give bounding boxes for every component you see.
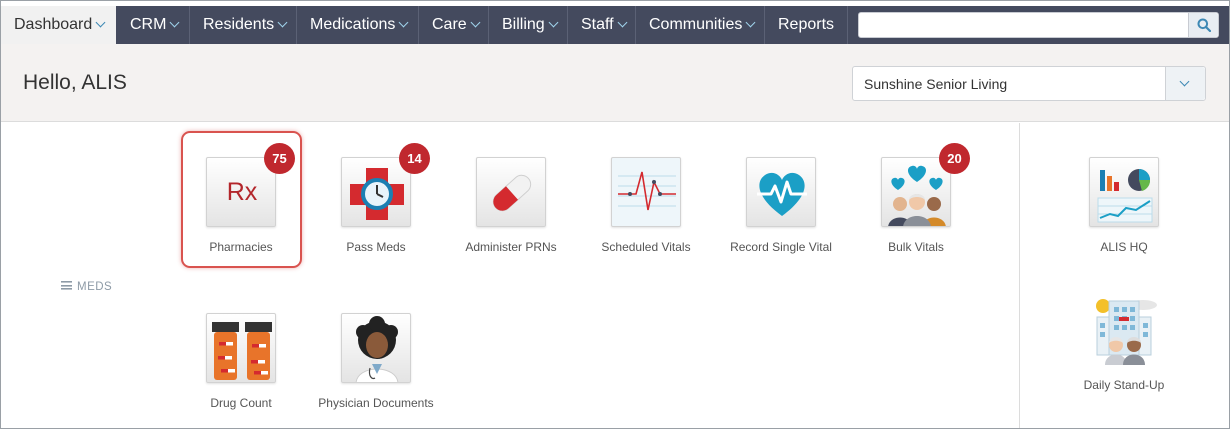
chevron-down-icon: [277, 17, 288, 28]
tile-label: Physician Documents: [318, 396, 434, 410]
nav-crm[interactable]: CRM: [117, 6, 190, 44]
tile-drug-count-icon-box: [206, 313, 276, 383]
greeting-title: Hello, ALIS: [23, 71, 127, 94]
tile-label: Bulk Vitals: [888, 240, 944, 254]
nav-care-label: Care: [432, 16, 467, 33]
chevron-down-icon: [169, 17, 180, 28]
tile-scheduled-vitals[interactable]: Scheduled Vitals: [581, 157, 711, 287]
heartbeat-icon: [757, 172, 807, 216]
nav-care[interactable]: Care: [419, 6, 489, 44]
pharmacies-highlight-outline: [181, 131, 302, 268]
section-label-meds: MEDS: [61, 281, 112, 293]
tile-label: Scheduled Vitals: [601, 240, 691, 254]
search-input[interactable]: [859, 13, 1188, 37]
page-header: Hello, ALIS Sunshine Senior Living: [1, 44, 1229, 122]
global-search: [858, 12, 1219, 38]
notification-badge: 14: [399, 143, 430, 174]
chevron-down-icon: [95, 17, 106, 28]
tile-administer-prns[interactable]: Administer PRNs: [446, 157, 576, 287]
section-label-text: MEDS: [77, 281, 113, 293]
chevron-down-icon: [745, 17, 756, 28]
app-frame: Dashboard CRM Residents Medications Care…: [0, 0, 1230, 429]
pill-capsule-icon: [492, 174, 532, 212]
nav-staff-label: Staff: [581, 16, 614, 33]
nav-residents-label: Residents: [203, 16, 275, 33]
nav-staff[interactable]: Staff: [568, 6, 636, 44]
analytics-charts-icon: [1097, 169, 1153, 223]
search-button[interactable]: [1188, 13, 1218, 37]
tile-bulk-vitals[interactable]: 20 Bulk Vitals: [851, 143, 981, 287]
tile-alis-hq[interactable]: ALIS HQ: [1059, 157, 1189, 287]
nav-dashboard[interactable]: Dashboard: [1, 6, 116, 44]
medical-cross-clock-icon: [350, 168, 404, 220]
nav-reports-label: Reports: [778, 16, 835, 33]
tile-pass-meds[interactable]: 14 Pass Meds: [311, 143, 441, 287]
nav-reports[interactable]: Reports: [765, 6, 848, 44]
nav-billing[interactable]: Billing: [489, 6, 568, 44]
community-selected-value: Sunshine Senior Living: [864, 76, 1008, 92]
section-divider: [1019, 123, 1020, 428]
nav-communities[interactable]: Communities: [636, 6, 765, 44]
community-dropdown-button[interactable]: [1165, 67, 1205, 100]
tile-daily-stand-up[interactable]: Daily Stand-Up: [1059, 295, 1189, 425]
tile-label: Drug Count: [210, 396, 272, 410]
tile-label: ALIS HQ: [1100, 240, 1148, 254]
top-nav: Dashboard CRM Residents Medications Care…: [1, 6, 1229, 44]
nav-medications[interactable]: Medications: [297, 6, 419, 44]
group-heartbeat-icon: [888, 165, 946, 226]
chevron-down-icon: [470, 17, 481, 28]
nav-communities-label: Communities: [649, 16, 743, 33]
tile-alis-hq-icon-box: [1089, 157, 1159, 227]
nav-billing-label: Billing: [502, 16, 545, 33]
notification-badge: 20: [939, 143, 970, 174]
tile-label: Record Single Vital: [730, 240, 832, 254]
community-select[interactable]: Sunshine Senior Living: [852, 66, 1206, 101]
physician-icon: [355, 316, 399, 382]
tile-label: Daily Stand-Up: [1083, 378, 1165, 392]
pill-bottles-icon: [212, 322, 272, 380]
nav-crm-label: CRM: [130, 16, 167, 33]
chevron-down-icon: [617, 17, 628, 28]
nav-residents[interactable]: Residents: [190, 6, 297, 44]
ecg-chart-icon: [618, 171, 676, 211]
chevron-down-icon: [1179, 76, 1190, 87]
nav-medications-label: Medications: [310, 16, 396, 33]
tile-label: Administer PRNs: [465, 240, 557, 254]
tile-drug-count[interactable]: Drug Count: [176, 313, 306, 428]
tile-record-single-vital[interactable]: Record Single Vital: [716, 157, 846, 287]
building-residents-icon: [1096, 299, 1157, 365]
tile-daily-stand-up-icon-box: [1089, 295, 1159, 365]
hamburger-icon: [61, 281, 72, 290]
tile-scheduled-vitals-icon-box: [611, 157, 681, 227]
tile-physician-documents-icon-box: [341, 313, 411, 383]
chevron-down-icon: [548, 17, 559, 28]
search-icon: [1197, 18, 1211, 32]
tile-pass-meds-icon-box: [341, 157, 411, 227]
nav-dashboard-label: Dashboard: [14, 16, 93, 33]
tile-bulk-vitals-icon-box: [881, 157, 951, 227]
tile-administer-prns-icon-box: [476, 157, 546, 227]
tile-record-single-vital-icon-box: [746, 157, 816, 227]
tile-physician-documents[interactable]: Physician Documents: [311, 313, 441, 428]
chevron-down-icon: [398, 17, 409, 28]
tile-label: Pass Meds: [346, 240, 406, 254]
